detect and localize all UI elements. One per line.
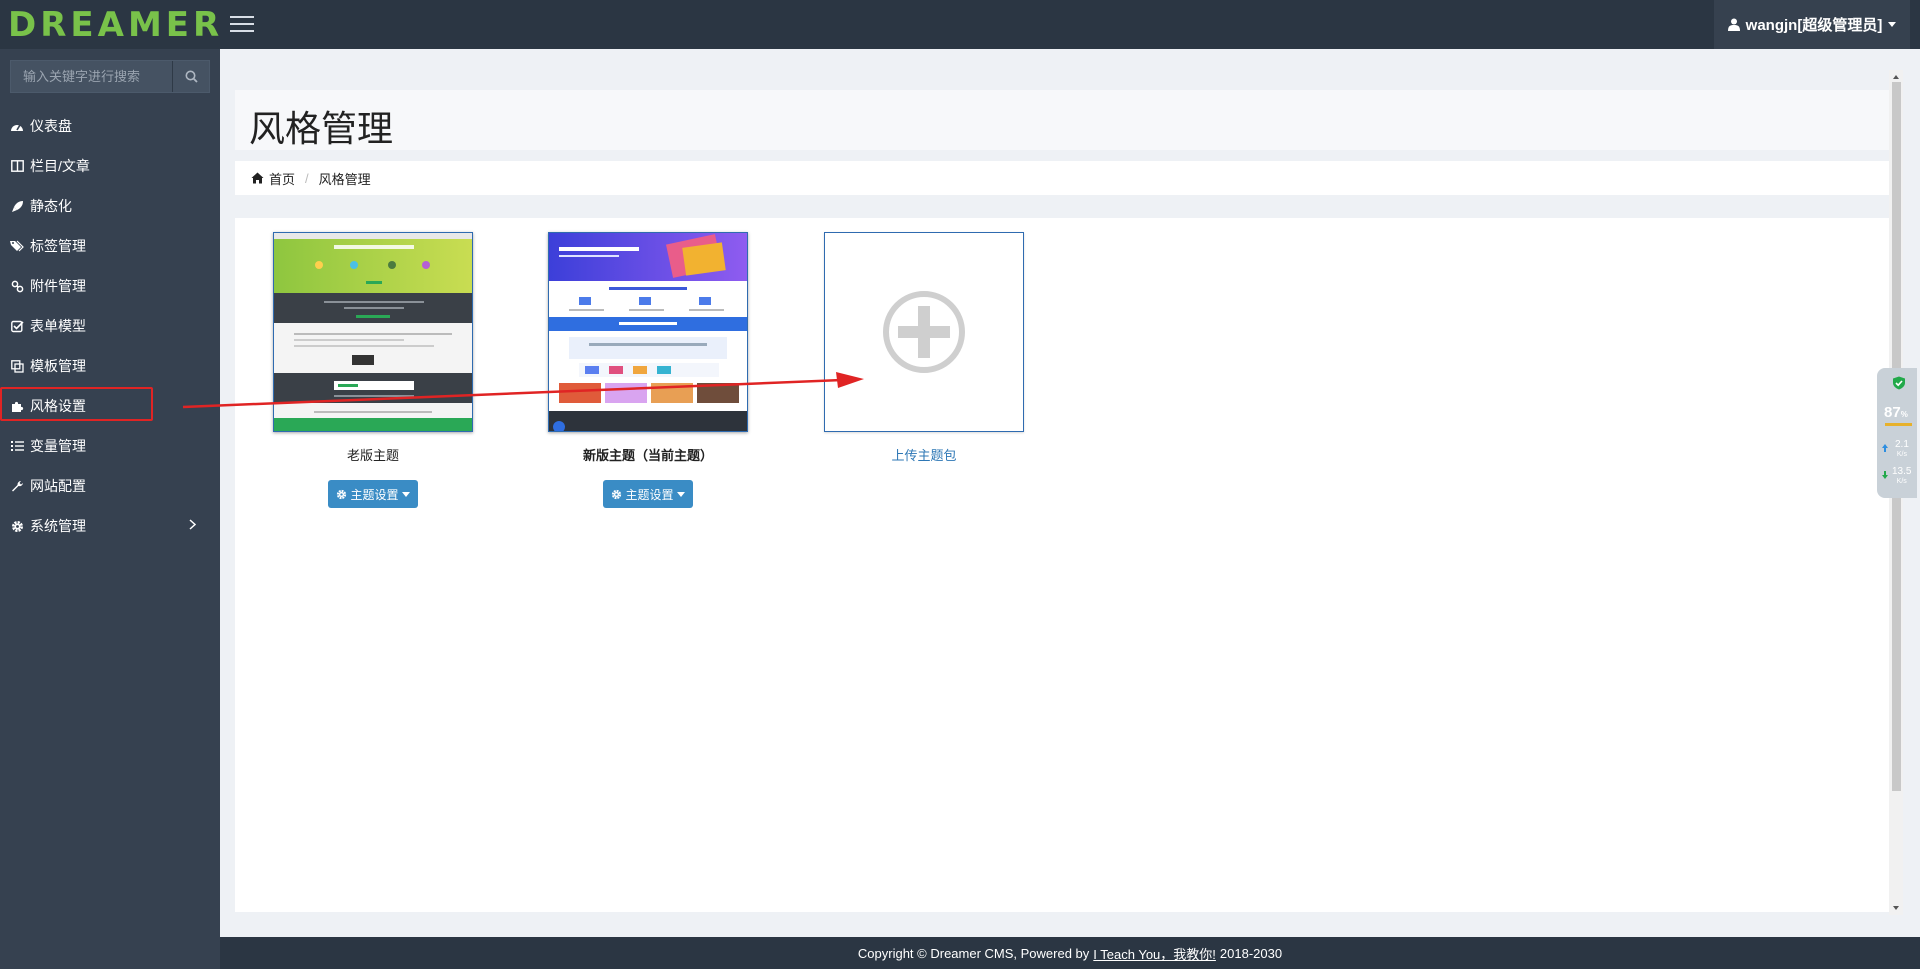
- sidebar-item-attachments[interactable]: 附件管理: [0, 266, 220, 306]
- page-header: 风格管理: [235, 90, 1889, 150]
- chevron-down-icon: [401, 491, 410, 497]
- theme-settings-button[interactable]: 主题设置: [328, 480, 418, 508]
- sidebar-item-label: 附件管理: [30, 278, 86, 294]
- dreamer-logo[interactable]: DREAMER: [8, 8, 223, 42]
- sidebar-item-site-config[interactable]: 网站配置: [0, 466, 220, 506]
- copy-icon: [10, 359, 24, 373]
- sidebar-item-tags[interactable]: 标签管理: [0, 226, 220, 266]
- theme-name: 老版主题: [346, 448, 399, 463]
- columns-icon: [10, 159, 24, 173]
- theme-card: 老版主题 主题设置: [273, 232, 473, 508]
- monitor-download-speed: 13.5: [1892, 466, 1912, 477]
- dashboard-icon: [10, 119, 24, 133]
- sidebar-menu: 仪表盘 栏目/文章 静态化 标签管理 附件管理 表单模型 模板管理 风格设置 变…: [0, 106, 220, 546]
- wrench-icon: [10, 479, 24, 493]
- plus-circle-icon: [883, 291, 965, 373]
- breadcrumb-home-link[interactable]: 首页: [269, 169, 295, 188]
- sidebar-item-label: 网站配置: [30, 478, 86, 494]
- breadcrumb-separator: /: [305, 170, 309, 186]
- sidebar-item-label: 标签管理: [30, 238, 86, 254]
- sidebar-item-label: 静态化: [30, 198, 72, 214]
- arrow-down-icon: [1882, 471, 1888, 479]
- monitor-usage-bar: [1885, 423, 1912, 426]
- chevron-down-icon: [1888, 22, 1897, 27]
- arrow-up-icon: [1882, 444, 1888, 452]
- chevron-down-icon: [676, 491, 685, 497]
- theme-settings-button[interactable]: 主题设置: [603, 480, 693, 508]
- theme-settings-label: 主题设置: [625, 487, 674, 502]
- theme-card: 新版主题（当前主题） 主题设置: [548, 232, 748, 508]
- breadcrumb-current: 风格管理: [318, 171, 371, 187]
- puzzle-icon: [10, 399, 24, 413]
- upload-theme-link[interactable]: 上传主题包: [824, 445, 1024, 464]
- sidebar-item-forms[interactable]: 表单模型: [0, 306, 220, 346]
- page-title: 风格管理: [249, 109, 394, 150]
- footer-copyright: Copyright © Dreamer CMS, Powered by: [857, 945, 1090, 961]
- monitor-percent: 87: [1884, 404, 1901, 421]
- user-menu[interactable]: wangjn[超级管理员]: [1714, 0, 1910, 49]
- user-name: wangjn[超级管理员]: [1745, 17, 1883, 34]
- list-icon: [10, 439, 24, 453]
- monitor-download-unit: K/s: [1896, 478, 1907, 485]
- gear-icon: [10, 519, 24, 533]
- search-input[interactable]: [11, 61, 173, 92]
- chevron-right-icon: [189, 519, 196, 530]
- user-icon: [1727, 18, 1740, 31]
- sidebar-item-label: 变量管理: [30, 438, 86, 454]
- footer-link[interactable]: I Teach You，我教你!: [1093, 944, 1216, 963]
- top-navbar: DREAMER wangjn[超级管理员]: [0, 0, 1920, 49]
- sidebar-item-label: 栏目/文章: [30, 158, 90, 174]
- search-button[interactable]: [172, 61, 209, 92]
- sidebar-item-variables[interactable]: 变量管理: [0, 426, 220, 466]
- sidebar-item-style-settings[interactable]: 风格设置: [0, 386, 220, 426]
- checkbox-icon: [10, 319, 24, 333]
- footer-years: 2018-2030: [1219, 945, 1283, 961]
- sidebar: 仪表盘 栏目/文章 静态化 标签管理 附件管理: [0, 49, 220, 969]
- sidebar-item-templates[interactable]: 模板管理: [0, 346, 220, 386]
- monitor-percent-unit: %: [1900, 410, 1908, 419]
- sidebar-item-label: 表单模型: [30, 318, 86, 334]
- footer: Copyright © Dreamer CMS, Powered by I Te…: [220, 937, 1920, 969]
- scroll-down-icon[interactable]: [1889, 903, 1903, 913]
- home-icon: [251, 172, 264, 184]
- upload-theme-button[interactable]: [824, 232, 1024, 432]
- network-monitor-widget[interactable]: 87% 2.1 K/s 13.5 K/s: [1877, 368, 1917, 498]
- search-icon: [185, 70, 198, 83]
- sidebar-item-columns[interactable]: 栏目/文章: [0, 146, 220, 186]
- sidebar-item-label: 模板管理: [30, 358, 86, 374]
- theme-name: 新版主题（当前主题）: [582, 448, 713, 463]
- sidebar-item-label: 风格设置: [30, 398, 86, 414]
- upload-card: 上传主题包: [824, 232, 1024, 464]
- theme-settings-label: 主题设置: [350, 487, 399, 502]
- monitor-upload-speed: 2.1: [1895, 439, 1909, 450]
- theme-preview-image[interactable]: [273, 232, 473, 432]
- paperclip-icon: [10, 279, 24, 293]
- sidebar-item-label: 系统管理: [30, 518, 86, 534]
- sidebar-item-static[interactable]: 静态化: [0, 186, 220, 226]
- theme-preview-image[interactable]: [548, 232, 748, 432]
- tags-icon: [10, 239, 24, 253]
- sidebar-item-system[interactable]: 系统管理: [0, 506, 220, 546]
- sidebar-item-label: 仪表盘: [30, 118, 72, 134]
- monitor-upload-unit: K/s: [1896, 451, 1908, 458]
- gear-icon: [612, 489, 622, 499]
- sidebar-item-dashboard[interactable]: 仪表盘: [0, 106, 220, 146]
- breadcrumb: 首页 / 风格管理: [235, 161, 1889, 195]
- shield-check-icon: [1893, 376, 1905, 390]
- theme-panel: 老版主题 主题设置 新版主题（当前主题） 主题设置 上传主题包: [235, 218, 1889, 912]
- rocket-icon: [10, 199, 24, 213]
- menu-toggle-icon[interactable]: [230, 16, 254, 33]
- scroll-up-icon[interactable]: [1889, 72, 1903, 82]
- gear-icon: [337, 489, 347, 499]
- sidebar-search: [10, 60, 210, 93]
